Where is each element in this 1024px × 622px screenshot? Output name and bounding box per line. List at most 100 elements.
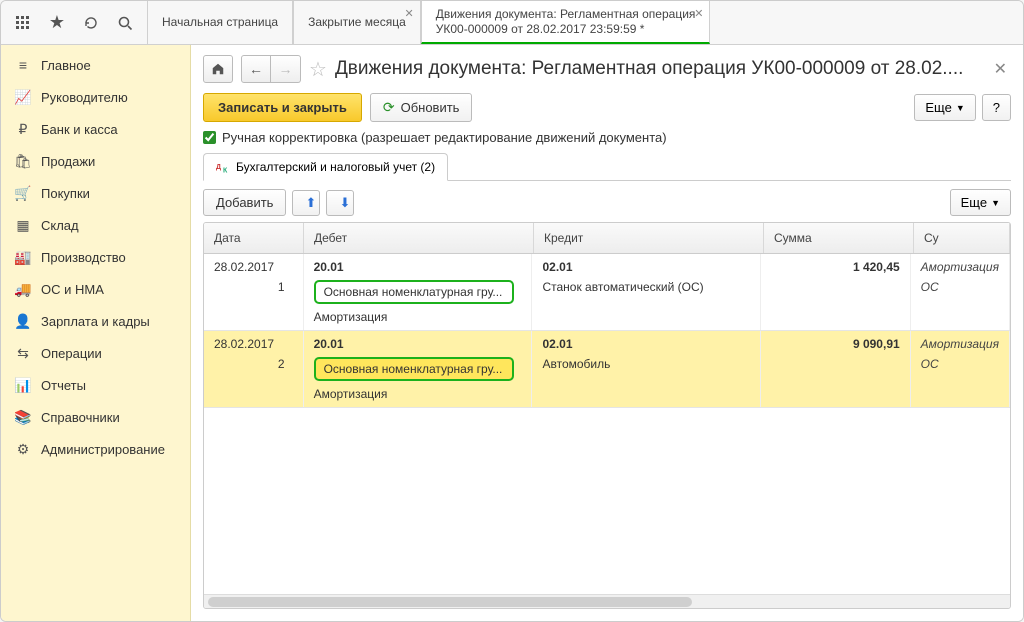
- col-debit[interactable]: Дебет: [304, 223, 534, 253]
- forward-button[interactable]: →: [271, 55, 301, 83]
- inner-tab-label: Бухгалтерский и налоговый учет (2): [236, 160, 435, 174]
- manual-edit-checkbox[interactable]: Ручная корректировка (разрешает редактир…: [203, 130, 1011, 145]
- chevron-down-icon: ▼: [991, 198, 1000, 208]
- help-button[interactable]: ?: [982, 94, 1011, 121]
- sidebar-item-label: Операции: [41, 346, 102, 361]
- cell-ext: Амортизация ОС: [911, 254, 1010, 330]
- move-down-button[interactable]: ⬇: [326, 190, 354, 216]
- sidebar-item-label: Зарплата и кадры: [41, 314, 150, 329]
- cell-sum: 9 090,91: [761, 331, 910, 407]
- sidebar-item-payroll[interactable]: 👤 Зарплата и кадры: [1, 305, 190, 337]
- row-date: 28.02.2017: [214, 260, 293, 274]
- note-line2: ОС: [921, 280, 999, 294]
- ruble-icon: ₽: [15, 121, 31, 137]
- tab-start-page[interactable]: Начальная страница: [147, 1, 293, 44]
- manual-edit-label: Ручная корректировка (разрешает редактир…: [222, 130, 667, 145]
- nav-group: ← →: [241, 55, 301, 83]
- apps-icon[interactable]: [7, 7, 39, 39]
- sidebar-item-label: Главное: [41, 58, 91, 73]
- svg-text:Д: Д: [216, 164, 221, 171]
- close-icon[interactable]: ✕: [405, 7, 414, 20]
- star-icon[interactable]: ★: [41, 7, 73, 39]
- boxes-icon: ▦: [15, 217, 31, 233]
- tab-document-movements[interactable]: Движения документа: Регламентная операци…: [421, 1, 711, 44]
- col-ext[interactable]: Су: [914, 223, 1010, 253]
- truck-icon: 🚚: [15, 281, 31, 297]
- grid-body[interactable]: 28.02.2017 1 20.01 Основная номенклатурн…: [204, 254, 1010, 594]
- grid-more-button[interactable]: Еще ▼: [950, 189, 1011, 216]
- debit-extra: Амортизация: [314, 387, 522, 401]
- row-number: 1: [214, 280, 293, 294]
- col-date[interactable]: Дата: [204, 223, 304, 253]
- refresh-button[interactable]: ⟳ Обновить: [370, 93, 473, 122]
- add-button[interactable]: Добавить: [203, 189, 286, 216]
- sidebar-item-label: Покупки: [41, 186, 90, 201]
- grid-more-label: Еще: [961, 195, 987, 210]
- row-date: 28.02.2017: [214, 337, 293, 351]
- move-up-button[interactable]: ⬆: [292, 190, 320, 216]
- chevron-down-icon: ▼: [956, 103, 965, 113]
- cell-date: 28.02.2017 1: [204, 254, 304, 330]
- col-credit[interactable]: Кредит: [534, 223, 764, 253]
- reports-icon: 📊: [15, 377, 31, 393]
- sidebar-item-admin[interactable]: ⚙ Администрирование: [1, 433, 190, 465]
- sidebar-item-warehouse[interactable]: ▦Склад: [1, 209, 190, 241]
- arrow-up-icon: ⬆: [305, 195, 316, 211]
- note-line1: Амортизация: [921, 337, 999, 351]
- topbar: ★ Начальная страница Закрытие месяца ✕ Д…: [1, 1, 1023, 45]
- tab-month-close[interactable]: Закрытие месяца ✕: [293, 1, 421, 44]
- cell-credit: 02.01 Автомобиль: [532, 331, 761, 407]
- debit-account: 20.01: [314, 260, 522, 274]
- cell-sum: 1 420,45: [761, 254, 910, 330]
- history-icon[interactable]: [75, 7, 107, 39]
- close-icon[interactable]: ✕: [694, 7, 703, 20]
- credit-name: Станок автоматический (ОС): [542, 280, 750, 294]
- sidebar-item-label: ОС и НМА: [41, 282, 104, 297]
- debit-group-pill[interactable]: Основная номенклатурная гру...: [314, 280, 514, 304]
- search-icon[interactable]: [109, 7, 141, 39]
- horizontal-scrollbar[interactable]: [204, 594, 1010, 608]
- debit-extra: Амортизация: [314, 310, 522, 324]
- sidebar-item-sales[interactable]: 🛍Продажи: [1, 145, 190, 177]
- sidebar-item-label: Банк и касса: [41, 122, 118, 137]
- cell-debit: 20.01 Основная номенклатурная гру... Амо…: [304, 331, 533, 407]
- factory-icon: 🏭: [15, 249, 31, 265]
- sidebar-item-bank[interactable]: ₽ Банк и касса: [1, 113, 190, 145]
- sidebar-item-production[interactable]: 🏭 Производство: [1, 241, 190, 273]
- debit-group-pill[interactable]: Основная номенклатурная гру...: [314, 357, 514, 381]
- note-line2: ОС: [921, 357, 999, 371]
- tab-label-line1: Движения документа: Регламентная операци…: [436, 7, 696, 22]
- sidebar-item-references[interactable]: 📚Справочники: [1, 401, 190, 433]
- person-icon: 👤: [15, 313, 31, 329]
- grid-toolbar: Добавить ⬆ ⬇ Еще ▼: [203, 189, 1011, 216]
- table-row[interactable]: 28.02.2017 2 20.01 Основная номенклатурн…: [204, 331, 1010, 408]
- more-button[interactable]: Еще ▼: [914, 94, 975, 121]
- sidebar-item-manager[interactable]: 📈Руководителю: [1, 81, 190, 113]
- col-sum[interactable]: Сумма: [764, 223, 914, 253]
- credit-name: Автомобиль: [542, 357, 750, 371]
- sidebar-item-main[interactable]: ≡Главное: [1, 49, 190, 81]
- manual-edit-input[interactable]: [203, 131, 216, 144]
- sidebar-item-label: Продажи: [41, 154, 95, 169]
- ops-icon: ⇆: [15, 345, 31, 361]
- inner-tab-accounting[interactable]: ДК Бухгалтерский и налоговый учет (2): [203, 153, 448, 181]
- sidebar-item-label: Производство: [41, 250, 126, 265]
- back-button[interactable]: ←: [241, 55, 271, 83]
- credit-account: 02.01: [542, 337, 750, 351]
- gear-icon: ⚙: [15, 441, 31, 457]
- sidebar-item-label: Администрирование: [41, 442, 165, 457]
- favorite-star-icon[interactable]: ☆: [309, 57, 327, 82]
- home-button[interactable]: [203, 55, 233, 83]
- refresh-icon: ⟳: [383, 99, 395, 116]
- sidebar-item-purchases[interactable]: 🛒Покупки: [1, 177, 190, 209]
- scrollbar-thumb[interactable]: [208, 597, 692, 607]
- chart-icon: 📈: [15, 89, 31, 105]
- save-close-button[interactable]: Записать и закрыть: [203, 93, 362, 122]
- refresh-label: Обновить: [401, 100, 460, 115]
- close-page-button[interactable]: ✕: [990, 59, 1011, 79]
- grid: Дата Дебет Кредит Сумма Су 28.02.2017 1 …: [203, 222, 1011, 609]
- sidebar-item-assets[interactable]: 🚚 ОС и НМА: [1, 273, 190, 305]
- sidebar-item-reports[interactable]: 📊Отчеты: [1, 369, 190, 401]
- table-row[interactable]: 28.02.2017 1 20.01 Основная номенклатурн…: [204, 254, 1010, 331]
- sidebar-item-operations[interactable]: ⇆ Операции: [1, 337, 190, 369]
